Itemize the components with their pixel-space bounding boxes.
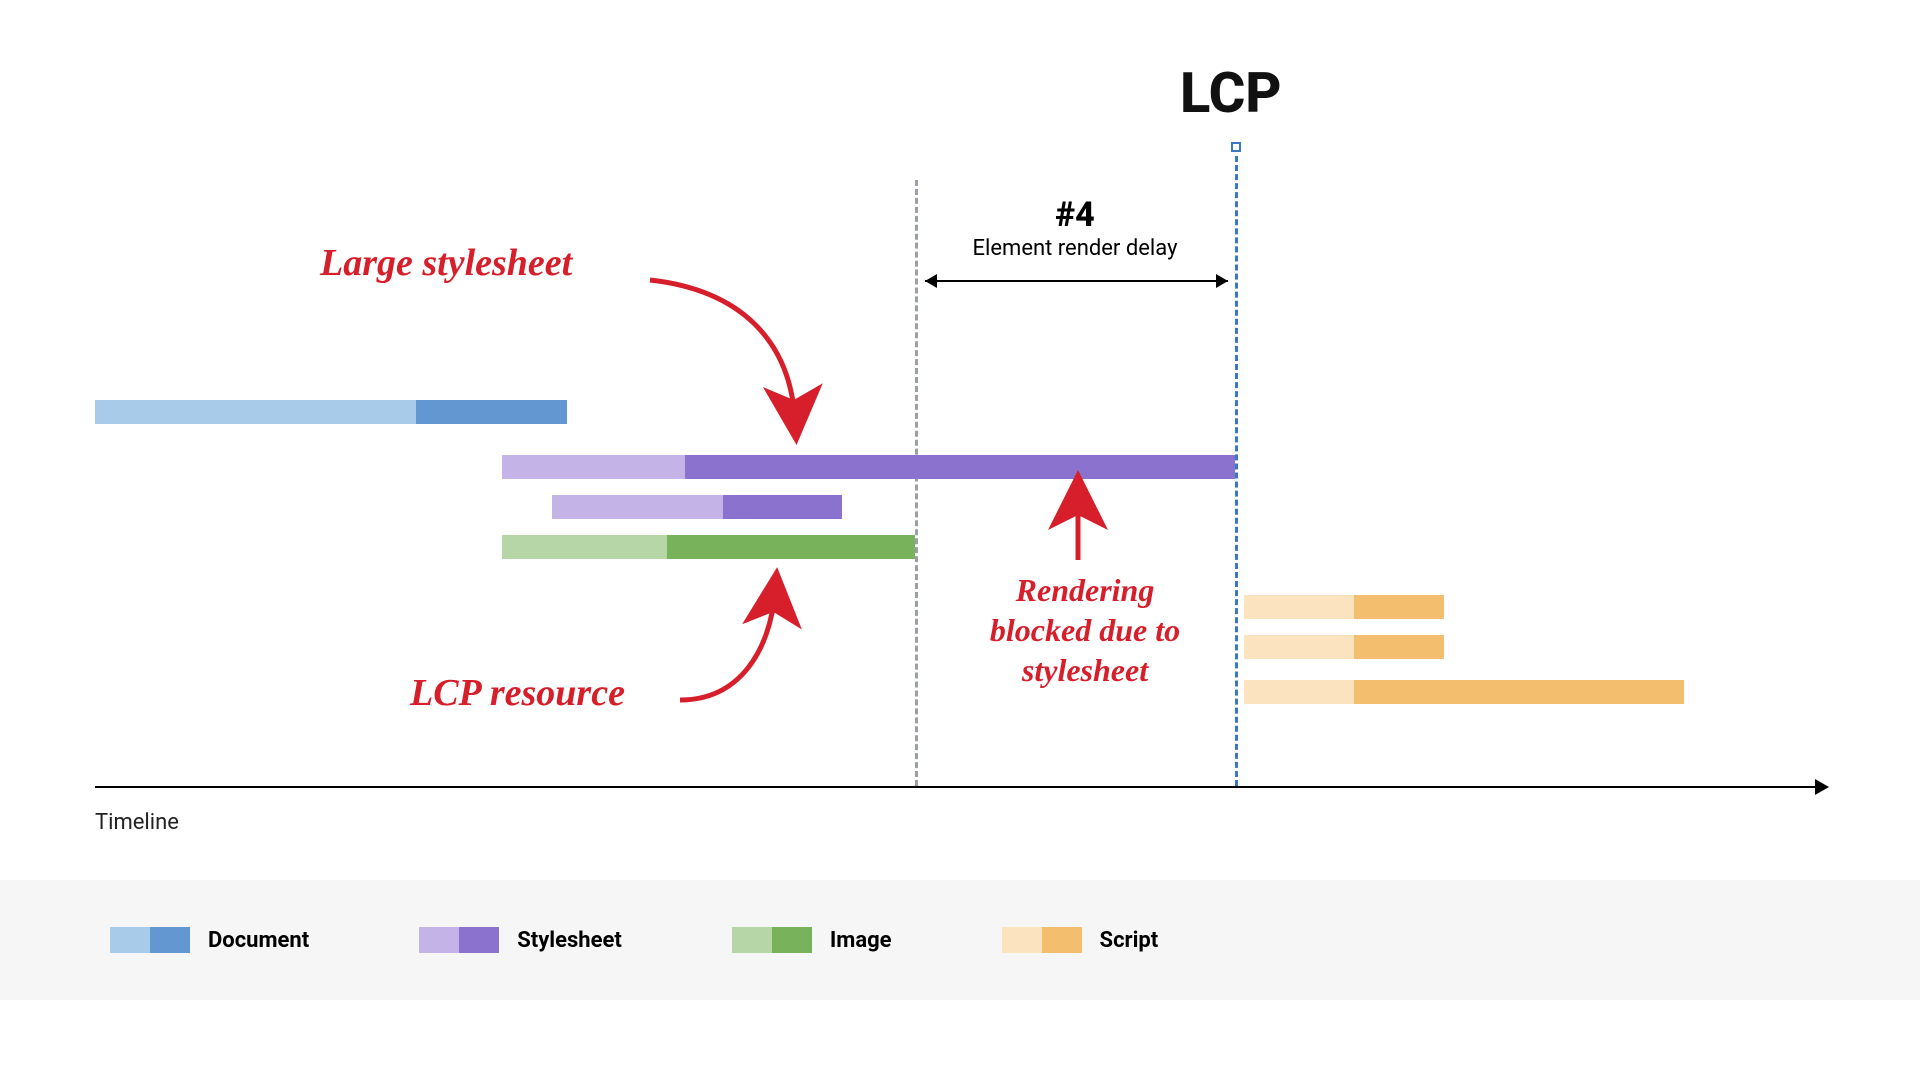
annotation-lcp-resource: LCP resource [410, 670, 625, 718]
legend-item-image: Image [732, 927, 892, 953]
swatch-stylesheet-icon [419, 927, 499, 953]
bar-script-3 [1244, 680, 1684, 704]
bar-script-2 [1244, 635, 1444, 659]
segment-number: #4 [915, 195, 1235, 235]
legend-item-script: Script [1002, 927, 1159, 953]
bar-stylesheet-large [502, 455, 1235, 479]
legend-label: Image [830, 928, 892, 953]
bar-stylesheet-2 [552, 495, 842, 519]
render-delay-start-line [915, 180, 918, 786]
legend-item-document: Document [110, 927, 309, 953]
swatch-image-icon [732, 927, 812, 953]
annotation-blocked: Rendering blocked due to stylesheet [945, 570, 1225, 690]
bar-image-lcp [502, 535, 915, 559]
legend-label: Script [1100, 928, 1159, 953]
annotation-large-stylesheet: Large stylesheet [320, 240, 572, 288]
legend-label: Document [208, 928, 309, 953]
segment-range-arrow-icon [925, 280, 1228, 282]
legend-label: Stylesheet [517, 928, 622, 953]
segment-label: Element render delay [915, 236, 1235, 261]
diagram-canvas: LCP #4 Element render delay Large style [0, 0, 1920, 1080]
lcp-marker-line [1235, 156, 1238, 786]
swatch-script-icon [1002, 927, 1082, 953]
swatch-document-icon [110, 927, 190, 953]
lcp-pin-icon [1231, 142, 1241, 152]
lcp-heading: LCP [1180, 60, 1282, 126]
bar-document [95, 400, 567, 424]
timeline-axis-label: Timeline [95, 810, 179, 835]
legend-item-stylesheet: Stylesheet [419, 927, 622, 953]
bar-script-1 [1244, 595, 1444, 619]
legend: Document Stylesheet Image Script [0, 880, 1920, 1000]
timeline-axis [95, 786, 1815, 788]
